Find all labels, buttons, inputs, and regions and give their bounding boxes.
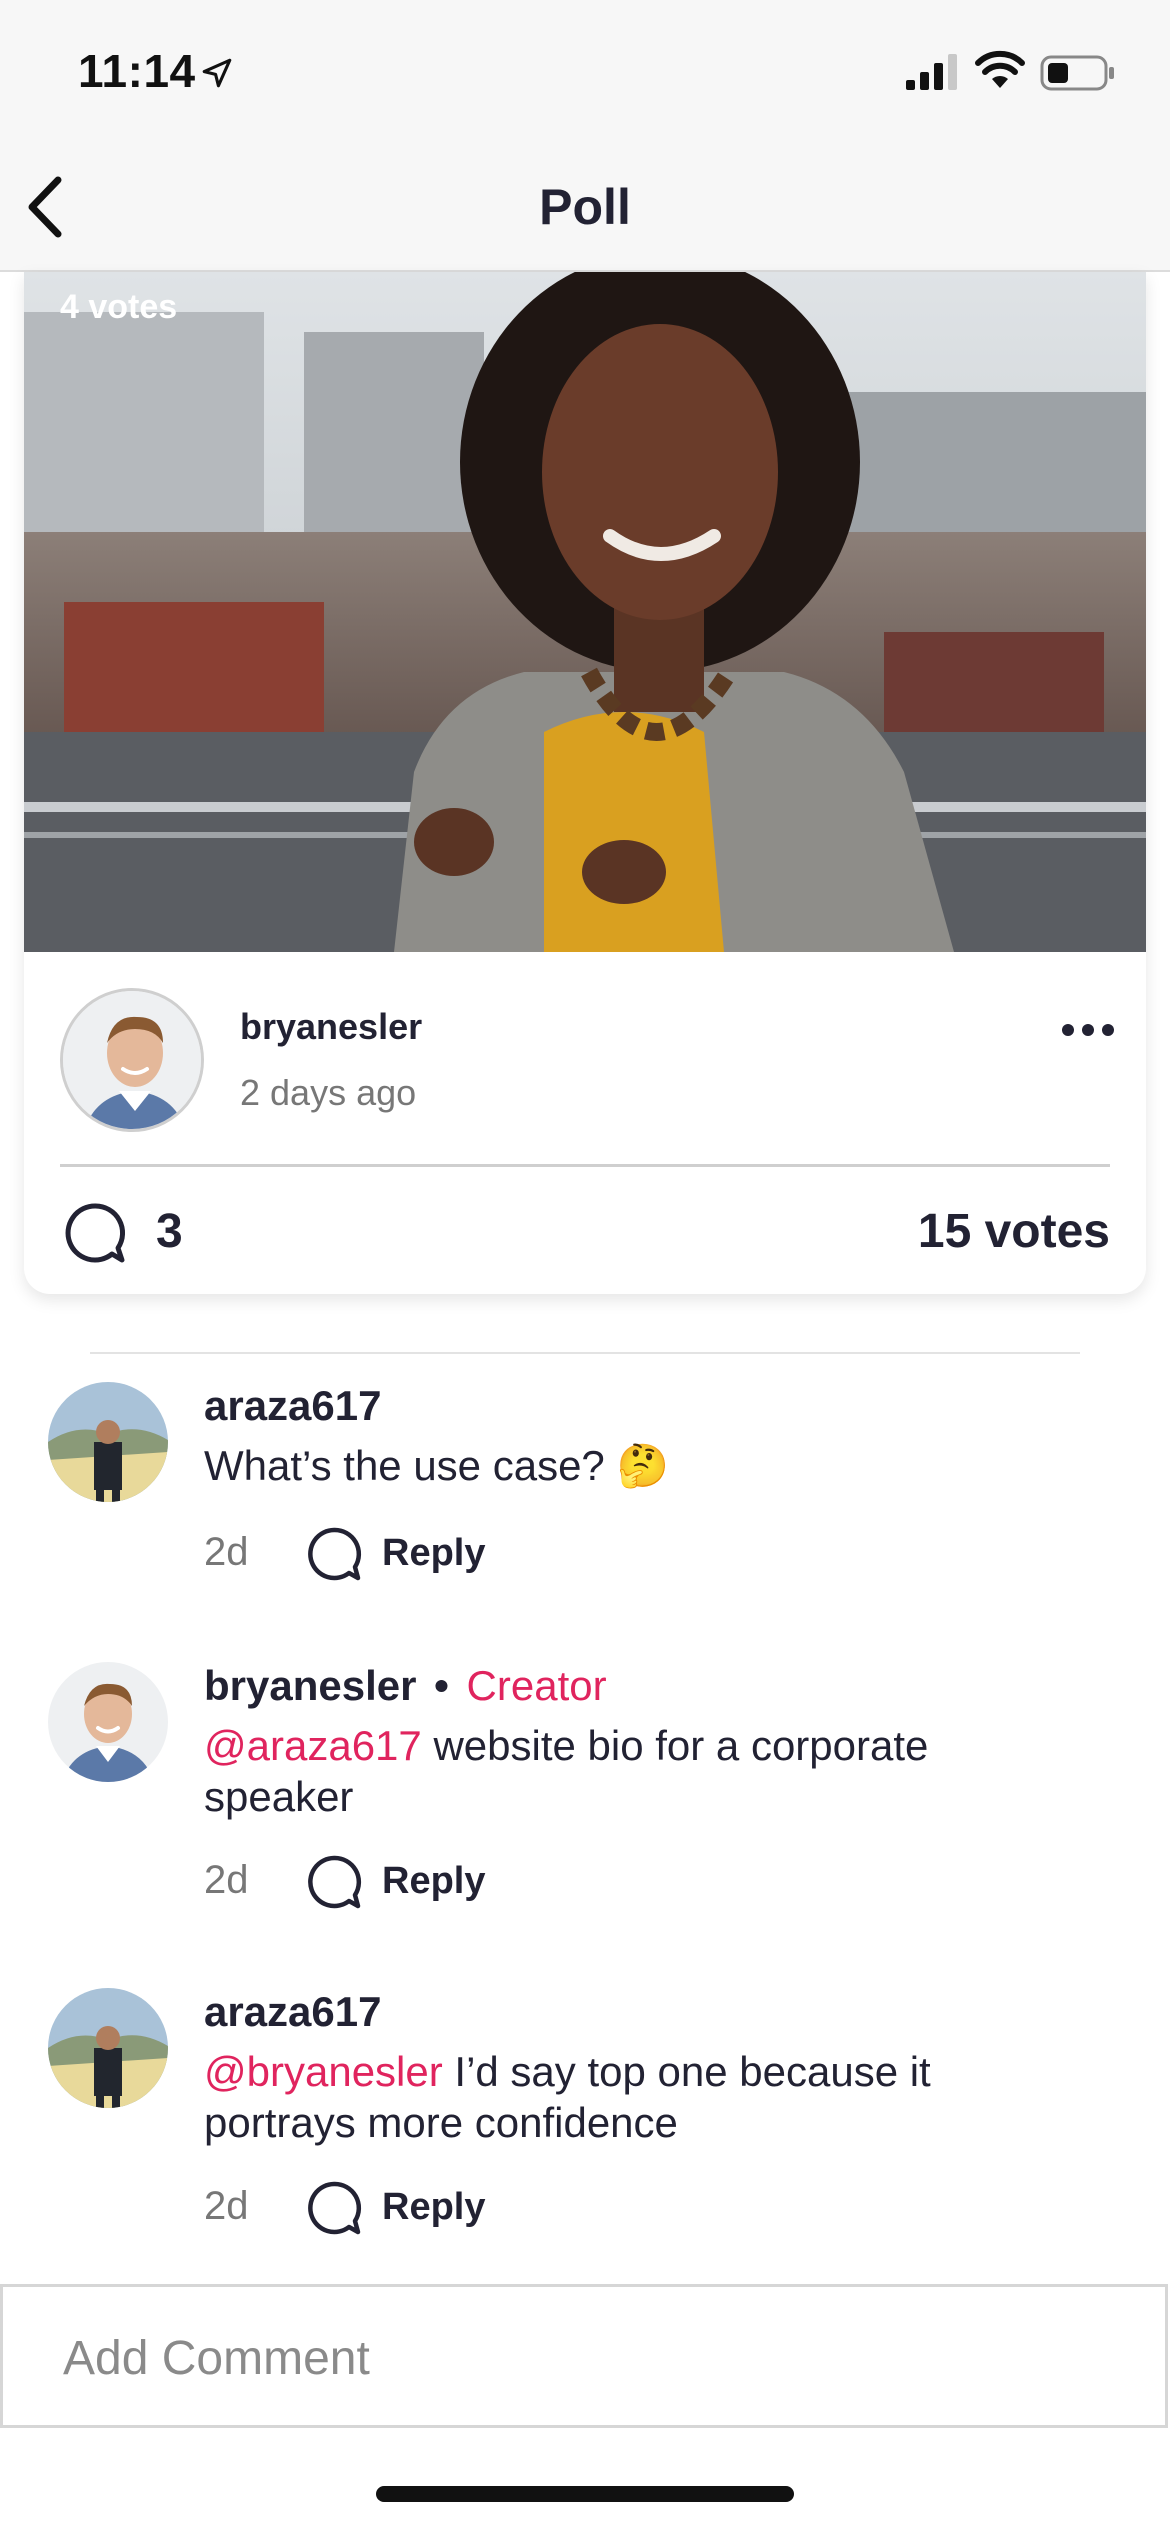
signal-icon [906,54,957,90]
post-timestamp: 2 days ago [240,1072,417,1113]
commenter-avatar-illustration [48,1662,168,1782]
add-comment-input[interactable] [63,2323,1063,2393]
comments-divider [90,1352,1080,1354]
username-text[interactable]: bryanesler [204,1662,416,1709]
thinking-face-emoji: 🤔 [616,1442,669,1489]
commenter-avatar[interactable] [48,1988,168,2108]
commenter-username[interactable]: araza617 [204,1382,382,1430]
battery-icon [1040,55,1114,91]
poll-photo-illustration [24,272,1146,952]
author-avatar[interactable] [60,988,204,1132]
comment-count: 3 [156,1205,183,1258]
wifi-icon [975,50,1025,88]
status-time: 11:14 [78,45,196,97]
total-votes: 15 votes [917,1205,1110,1258]
commenter-avatar[interactable] [48,1662,168,1782]
reply-bubble-icon[interactable] [304,2178,364,2238]
comment-body: What’s the use case? [204,1442,605,1489]
poll-option-photo[interactable]: 4 votes [24,272,1146,952]
comment-bubble-icon[interactable] [62,1200,128,1266]
poll-card: 4 votes bryanesler 2 days ago 3 15 votes [24,272,1146,1294]
comment-age: 2d [204,1858,249,1902]
comment-item: araza617 What’s the use case? 🤔 2d Reply [0,1382,1170,1612]
commenter-avatar[interactable] [48,1382,168,1502]
reply-button[interactable]: Reply [382,2186,485,2229]
top-bar: 11:14 Poll [0,0,1170,272]
comment-age: 2d [204,1530,249,1574]
comment-text: @bryanesler I’d say top one because it p… [204,2046,1064,2148]
reply-button[interactable]: Reply [382,1860,485,1903]
comment-age: 2d [204,2184,249,2228]
mention-link[interactable]: @araza617 [204,1722,422,1769]
reply-bubble-icon[interactable] [304,1524,364,1584]
more-options-icon[interactable] [1060,1020,1116,1040]
reply-bubble-icon[interactable] [304,1852,364,1912]
comment-item: araza617 @bryanesler I’d say top one bec… [0,1988,1170,2264]
comment-item: bryanesler • Creator @araza617 website b… [0,1662,1170,1938]
commenter-avatar-illustration [48,1382,168,1502]
username-text[interactable]: araza617 [204,1382,382,1429]
card-divider [60,1164,1110,1167]
commenter-username: bryanesler • Creator [204,1662,607,1710]
commenter-avatar-illustration [48,1988,168,2108]
home-indicator[interactable] [376,2486,794,2502]
comment-text: @araza617 website bio for a corporate sp… [204,1720,1064,1822]
option-vote-count: 4 votes [60,288,178,326]
creator-badge: Creator [466,1662,607,1709]
mention-link[interactable]: @bryanesler [204,2048,443,2095]
separator-dot: • [434,1662,449,1709]
page-title: Poll [539,179,631,235]
author-avatar-illustration [63,991,201,1129]
comment-text: What’s the use case? 🤔 [204,1440,1064,1491]
username-text[interactable]: araza617 [204,1988,382,2035]
author-username[interactable]: bryanesler [240,1006,422,1048]
comment-composer [0,2284,1168,2428]
commenter-username[interactable]: araza617 [204,1988,382,2036]
location-arrow-icon [202,58,232,88]
reply-button[interactable]: Reply [382,1532,485,1575]
